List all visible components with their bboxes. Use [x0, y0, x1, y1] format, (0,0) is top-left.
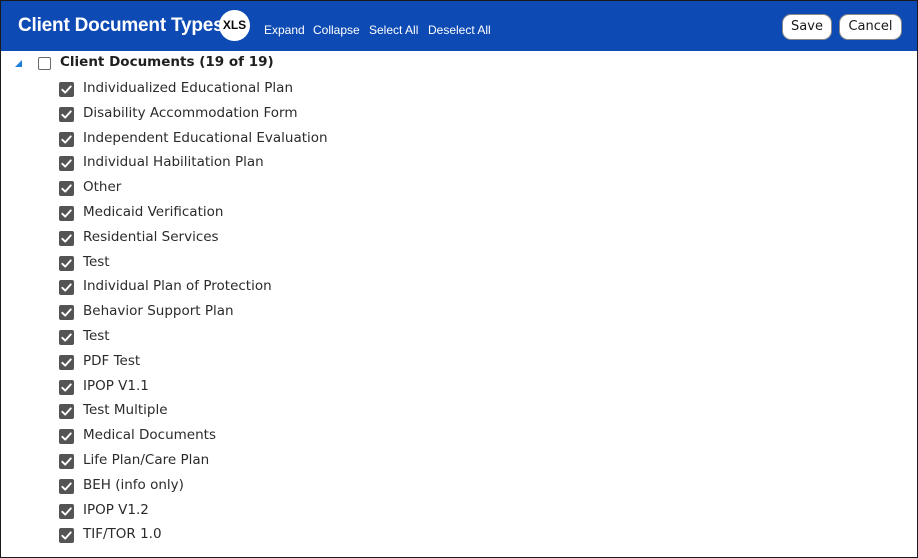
tree-item[interactable]: Other	[59, 178, 659, 198]
tree-item[interactable]: Medical Documents	[59, 426, 659, 446]
item-checkbox[interactable]	[59, 305, 74, 321]
item-checkbox[interactable]	[59, 404, 74, 420]
tree-item-label: Individual Plan of Protection	[83, 278, 272, 295]
item-checkbox[interactable]	[59, 478, 74, 494]
item-checkbox[interactable]	[59, 280, 74, 296]
tree-item-label: Medical Documents	[83, 427, 216, 444]
tree-item-label: Individualized Educational Plan	[83, 80, 293, 96]
checkmark-icon	[61, 358, 72, 367]
checkmark-icon	[61, 457, 72, 466]
checkmark-icon	[61, 110, 72, 119]
tree-item[interactable]: Individualized Educational Plan	[59, 79, 659, 99]
checkmark-icon	[61, 135, 72, 144]
tree-item[interactable]: Test	[59, 253, 659, 273]
checkmark-icon	[61, 407, 72, 416]
item-checkbox[interactable]	[59, 156, 74, 172]
tree-item-label: TIF/TOR 1.0	[83, 526, 162, 543]
tree-item[interactable]: Medicaid Verification	[59, 203, 659, 223]
tree-item[interactable]: Disability Accommodation Form	[59, 104, 659, 124]
tree-item-label: Behavior Support Plan	[83, 303, 234, 320]
checkmark-icon	[61, 308, 72, 317]
parent-checkbox[interactable]	[38, 57, 51, 70]
tree-item[interactable]: Test Multiple	[59, 401, 659, 421]
tree-item-label: IPOP V1.1	[83, 377, 149, 394]
checkmark-icon	[61, 531, 72, 540]
cancel-button[interactable]: Cancel	[839, 14, 902, 40]
triangle-expanded-icon[interactable]	[15, 60, 22, 67]
item-checkbox[interactable]	[59, 131, 74, 147]
tree-item[interactable]: Individual Plan of Protection	[59, 277, 659, 297]
checkmark-icon	[61, 159, 72, 168]
tree-item-label: Test	[83, 253, 110, 270]
deselect-all-link[interactable]: Deselect All	[428, 23, 491, 37]
tree-item-label: BEH (info only)	[83, 476, 184, 493]
tree-item[interactable]: PDF Test	[59, 352, 659, 372]
checkmark-icon	[61, 482, 72, 491]
tree-item[interactable]: TIF/TOR 1.0	[59, 525, 659, 545]
checkmark-icon	[61, 234, 72, 243]
tree-item[interactable]: Independent Educational Evaluation	[59, 129, 659, 149]
tree-item[interactable]: Behavior Support Plan	[59, 302, 659, 322]
tree-item-label: PDF Test	[83, 352, 141, 369]
item-checkbox[interactable]	[59, 330, 74, 345]
tree-item-label: IPOP V1.2	[83, 501, 149, 518]
xls-export-button[interactable]: XLS	[219, 10, 250, 41]
expand-link[interactable]: Expand	[264, 23, 305, 37]
item-checkbox[interactable]	[59, 230, 74, 246]
item-checkbox[interactable]	[59, 354, 74, 370]
checkmark-icon	[61, 383, 72, 392]
tree-item[interactable]: Test	[59, 327, 659, 347]
tree-item-label: Test Multiple	[83, 402, 168, 419]
item-checkbox[interactable]	[59, 454, 74, 469]
tree-item-label: Life Plan/Care Plan	[83, 452, 210, 468]
item-checkbox[interactable]	[59, 503, 74, 519]
tree-item[interactable]: IPOP V1.2	[59, 501, 659, 521]
tree-item-label: Disability Accommodation Form	[83, 104, 298, 121]
tree-item[interactable]: Individual Habilitation Plan	[59, 153, 659, 173]
item-checkbox[interactable]	[59, 181, 74, 197]
tree-item-label: Independent Educational Evaluation	[83, 129, 328, 146]
item-checkbox[interactable]	[59, 429, 74, 445]
tree-item[interactable]: Residential Services	[59, 228, 659, 248]
select-all-link[interactable]: Select All	[369, 23, 418, 37]
checkmark-icon	[61, 333, 72, 342]
item-checkbox[interactable]	[59, 106, 74, 122]
checkmark-icon	[61, 184, 72, 193]
checkmark-icon	[61, 259, 72, 268]
tree-item-label: Residential Services	[83, 228, 219, 245]
tree-parent-label: Client Documents (19 of 19)	[60, 54, 274, 70]
tree-item-label: Test	[83, 328, 110, 344]
tree-item[interactable]: BEH (info only)	[59, 476, 659, 496]
document-types-panel: Client Document Types XLS Expand Collaps…	[0, 0, 918, 558]
item-checkbox[interactable]	[59, 206, 74, 221]
panel-header: Client Document Types XLS Expand Collaps…	[1, 1, 917, 51]
tree-item-label: Other	[83, 179, 122, 196]
item-checkbox[interactable]	[59, 528, 74, 544]
collapse-link[interactable]: Collapse	[313, 23, 360, 37]
tree-item-label: Medicaid Verification	[83, 204, 224, 220]
item-checkbox[interactable]	[59, 255, 74, 271]
save-button[interactable]: Save	[782, 14, 832, 40]
tree-item[interactable]: IPOP V1.1	[59, 377, 659, 397]
checkmark-icon	[61, 507, 72, 516]
page-title: Client Document Types	[18, 15, 224, 36]
tree-item-label: Individual Habilitation Plan	[83, 154, 264, 171]
item-checkbox[interactable]	[59, 379, 74, 395]
item-checkbox[interactable]	[59, 82, 74, 97]
checkmark-icon	[61, 432, 72, 441]
checkmark-icon	[61, 85, 72, 94]
tree-item[interactable]: Life Plan/Care Plan	[59, 451, 659, 471]
checkmark-icon	[61, 283, 72, 292]
checkmark-icon	[61, 209, 72, 218]
